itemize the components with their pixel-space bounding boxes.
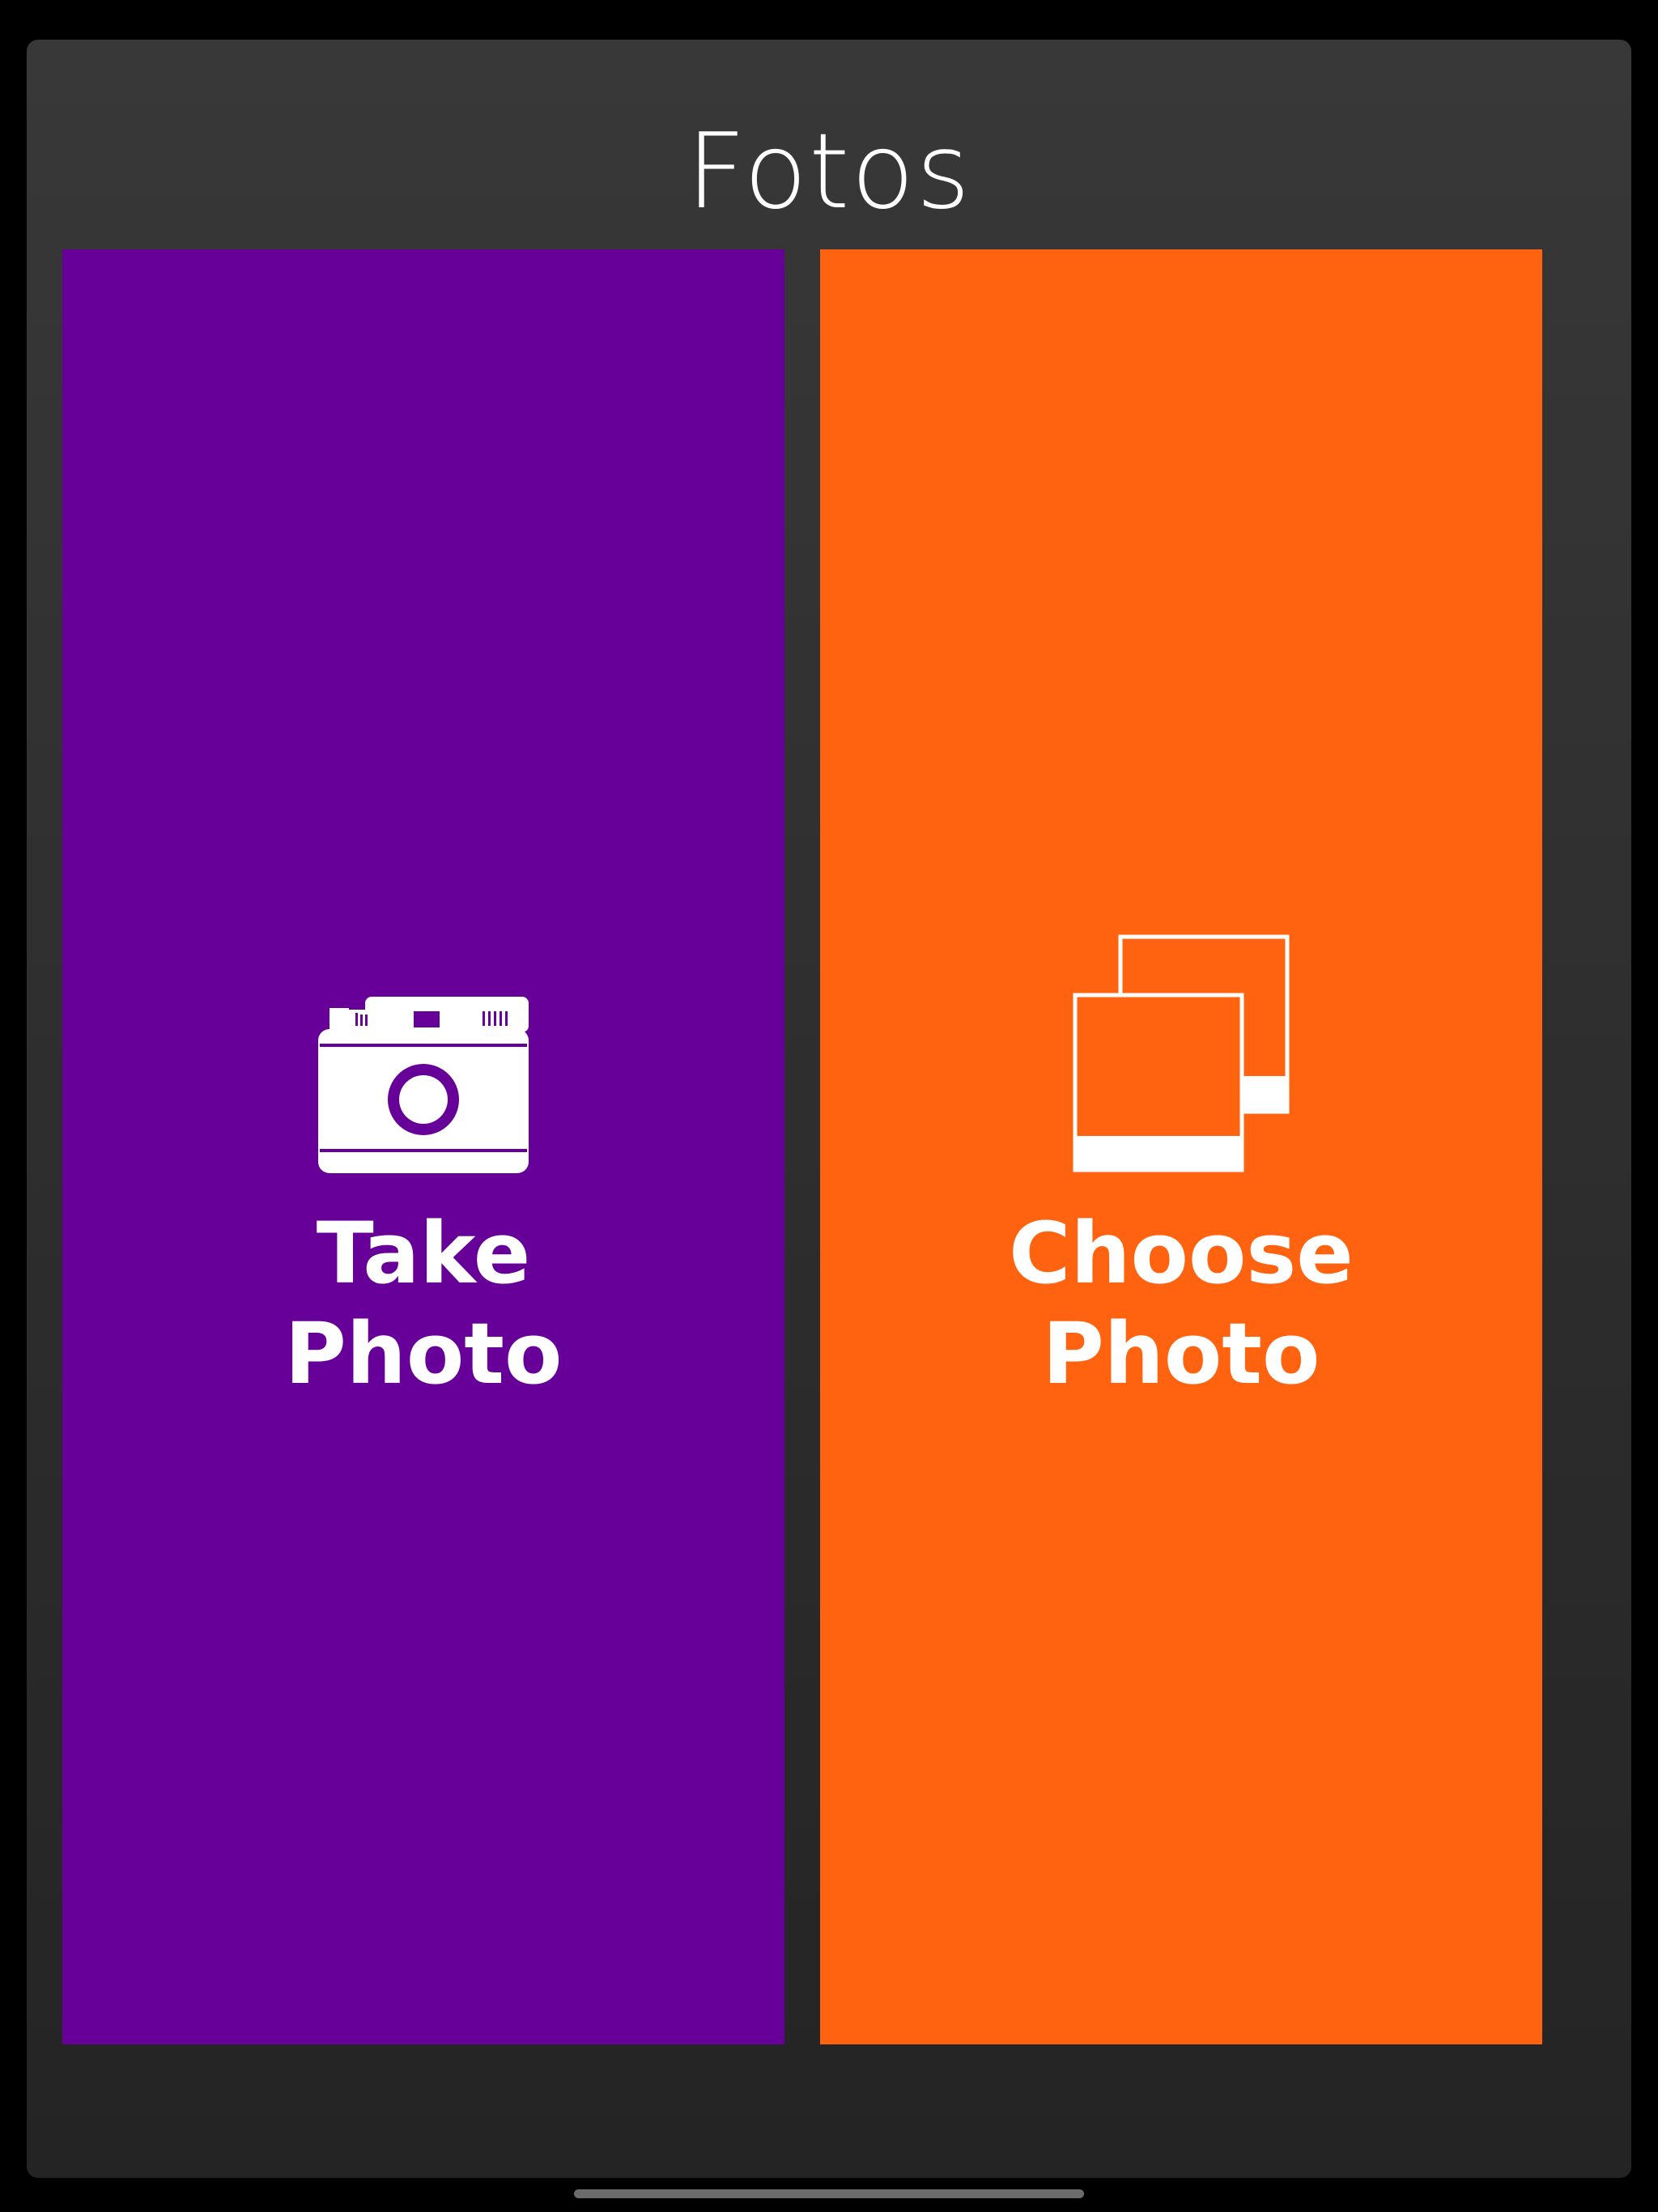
take-photo-label-line1: Take xyxy=(316,1204,531,1303)
take-photo-content: Take Photo xyxy=(62,249,784,2044)
choose-photo-label-line1: Choose xyxy=(1009,1204,1354,1303)
take-photo-label-line2: Photo xyxy=(284,1304,563,1403)
take-photo-label: Take Photo xyxy=(62,1203,784,1404)
choose-photo-content: Choose Photo xyxy=(820,249,1542,2044)
page-title: Fotos xyxy=(686,112,972,232)
choose-photo-button[interactable]: Choose Photo xyxy=(820,249,1542,2044)
camera-icon xyxy=(318,997,529,1173)
choose-photo-label-line2: Photo xyxy=(1042,1304,1320,1403)
take-photo-button[interactable]: Take Photo xyxy=(62,249,784,2044)
choose-photo-label: Choose Photo xyxy=(820,1203,1542,1404)
home-indicator[interactable] xyxy=(574,2189,1084,2198)
photo-stack-icon xyxy=(1073,934,1290,1172)
screen: Fotos Take Photo Choose Photo xyxy=(0,0,1658,2212)
